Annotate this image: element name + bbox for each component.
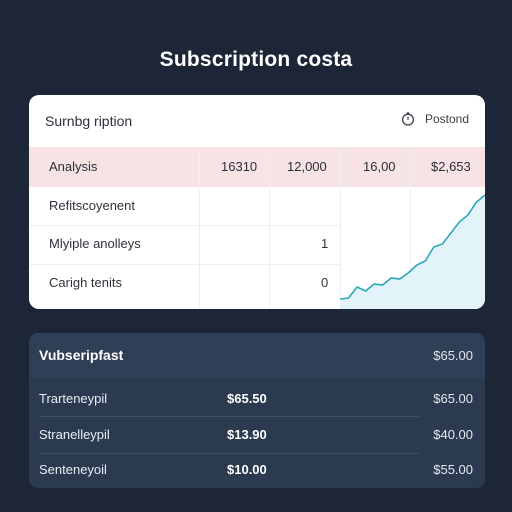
page-title: Subscription costa [159, 48, 353, 71]
analysis-label: Analysis [49, 159, 98, 174]
chart-area [340, 195, 485, 309]
subscription-card: Surnbg ription Postond Analysis 16310 12… [29, 95, 485, 309]
list-item[interactable]: Stranelleypil $13.90 $40.00 [29, 417, 485, 453]
clock-icon [401, 112, 415, 126]
panel-header: Vubseripfast $65.00 [29, 333, 485, 378]
item-name: Trarteneypil [39, 391, 108, 406]
card-title: Surnbg ription [45, 113, 133, 129]
item-amount: $13.90 [227, 427, 267, 442]
item-price: $55.00 [433, 462, 473, 477]
list-item[interactable]: Senteneyoil $10.00 $55.00 [29, 452, 485, 488]
item-name: Senteneyoil [39, 462, 107, 477]
analysis-value-4: $2,653 [431, 159, 471, 174]
table-row-label: Mlyiple anolleys [49, 236, 141, 251]
item-amount: $65.50 [227, 391, 267, 406]
panel-title: Vubseripfast [39, 347, 124, 363]
analysis-value-3: 16,00 [363, 159, 396, 174]
column-divider [269, 147, 270, 309]
table-row-value: 0 [321, 275, 329, 290]
analysis-value-2: 12,000 [287, 159, 327, 174]
analysis-row[interactable]: Analysis 16310 12,000 16,00 $2,653 [29, 147, 485, 187]
table-row-label: Refitscoyenent [49, 198, 135, 213]
subscription-panel: Vubseripfast $65.00 Trarteneypil $65.50 … [29, 333, 485, 488]
panel-total: $65.00 [433, 348, 473, 363]
item-amount: $10.00 [227, 462, 267, 477]
item-price: $40.00 [433, 427, 473, 442]
list-item[interactable]: Trarteneypil $65.50 $65.00 [29, 381, 485, 417]
row-divider [29, 264, 340, 265]
analysis-value-1: 16310 [221, 159, 258, 174]
period-selector[interactable]: Postond [401, 112, 469, 126]
period-label: Postond [424, 112, 469, 126]
item-price: $65.00 [433, 391, 473, 406]
trend-chart [340, 194, 485, 309]
card-header: Surnbg ription Postond [29, 95, 485, 147]
row-divider [29, 225, 340, 226]
table-row-value: 1 [321, 236, 329, 251]
table-row-label: Carigh tenits [49, 275, 122, 290]
item-name: Stranelleypil [39, 427, 110, 442]
column-divider [199, 147, 200, 309]
